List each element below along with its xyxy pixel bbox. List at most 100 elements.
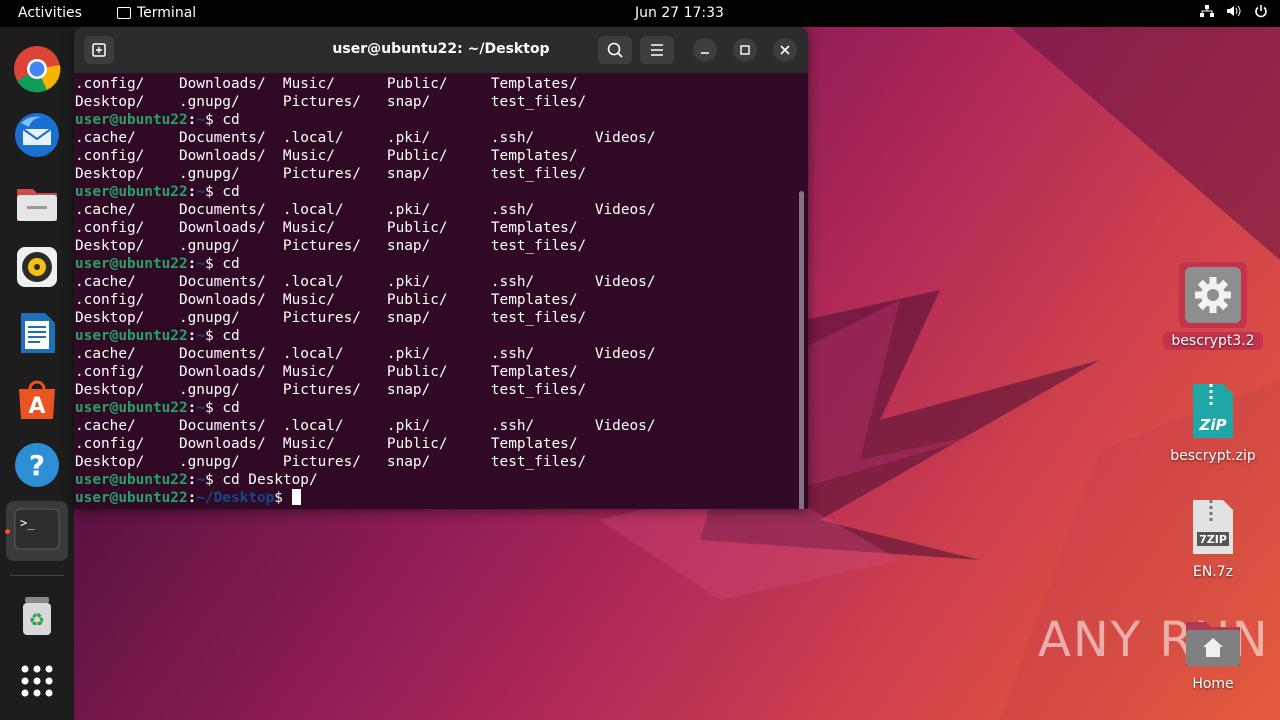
search-button[interactable]: [598, 36, 632, 64]
libreoffice-writer-icon[interactable]: [13, 309, 61, 357]
power-icon: [1255, 5, 1267, 18]
output-line: .config/ Downloads/ Music/ Public/ Templ…: [75, 75, 795, 93]
top-bar: Activities Terminal Jun 27 17:33: [0, 0, 1280, 27]
output-text: .cache/ Documents/ .local/ .pki/ .ssh/ V…: [75, 130, 656, 146]
rhythmbox-icon[interactable]: [13, 243, 61, 291]
output-line: .cache/ Documents/ .local/ .pki/ .ssh/ V…: [75, 273, 795, 291]
7zip-icon: 7ZIP: [1193, 500, 1233, 554]
output-text: Desktop/ .gnupg/ Pictures/ snap/ test_fi…: [75, 382, 587, 398]
desktop-icon-label: bescrypt.zip: [1170, 448, 1256, 464]
network-icon: [1200, 5, 1214, 17]
output-line: Desktop/ .gnupg/ Pictures/ snap/ test_fi…: [75, 309, 795, 327]
show-apps-icon[interactable]: [13, 657, 61, 705]
svg-text:?: ?: [29, 449, 45, 482]
terminal-window[interactable]: user@ubuntu22: ~/Desktop .config/ Downlo…: [74, 27, 808, 509]
desktop-icon-bescrypt3-2[interactable]: bescrypt3.2: [1163, 262, 1263, 350]
prompt-user: user@ubuntu22: [75, 400, 188, 416]
chrome-icon[interactable]: [13, 45, 61, 93]
output-text: .cache/ Documents/ .local/ .pki/ .ssh/ V…: [75, 346, 656, 362]
output-line: .config/ Downloads/ Music/ Public/ Templ…: [75, 219, 795, 237]
terminal-scrollbar[interactable]: [799, 191, 804, 509]
terminal-dock-icon[interactable]: >_: [6, 501, 68, 561]
gear-icon: [1185, 267, 1241, 323]
terminal-output[interactable]: .config/ Downloads/ Music/ Public/ Templ…: [75, 75, 795, 509]
prompt-separator: :: [187, 328, 197, 344]
trash-icon[interactable]: ♻: [13, 591, 61, 639]
clock[interactable]: Jun 27 17:33: [635, 5, 724, 21]
output-text: Desktop/ .gnupg/ Pictures/ snap/ test_fi…: [75, 454, 587, 470]
text-cursor[interactable]: [291, 489, 301, 505]
files-icon[interactable]: [13, 179, 61, 227]
prompt-line: user@ubuntu22:~/Desktop$: [75, 489, 795, 507]
prompt-user: user@ubuntu22: [75, 490, 188, 506]
prompt-path: ~: [196, 184, 205, 200]
output-line: Desktop/ .gnupg/ Pictures/ snap/ test_fi…: [75, 237, 795, 255]
zip-icon: ZiP: [1193, 384, 1233, 438]
command-text: cd: [222, 328, 240, 344]
prompt-dollar: $: [274, 490, 292, 506]
app-menu[interactable]: Terminal: [117, 5, 196, 21]
prompt-dollar: $: [204, 400, 223, 416]
prompt-path: ~: [196, 472, 205, 488]
prompt-separator: :: [187, 490, 197, 506]
output-line: .config/ Downloads/ Music/ Public/ Templ…: [75, 435, 795, 453]
output-text: .config/ Downloads/ Music/ Public/ Templ…: [75, 364, 578, 380]
search-icon: [607, 42, 623, 58]
desktop-icon-bescrypt-zip[interactable]: ZiP bescrypt.zip: [1163, 382, 1263, 464]
prompt-user: user@ubuntu22: [75, 256, 188, 272]
desktop-icon-home[interactable]: Home: [1163, 618, 1263, 692]
prompt-dollar: $: [204, 184, 223, 200]
output-text: .cache/ Documents/ .local/ .pki/ .ssh/ V…: [75, 202, 656, 218]
activities-button[interactable]: Activities: [18, 5, 82, 21]
output-text: Desktop/ .gnupg/ Pictures/ snap/ test_fi…: [75, 94, 587, 110]
hamburger-menu-icon: [651, 44, 663, 56]
desktop-icon-label: Home: [1192, 676, 1234, 692]
output-text: .cache/ Documents/ .local/ .pki/ .ssh/ V…: [75, 274, 656, 290]
prompt-line: user@ubuntu22:~$ cd Desktop/: [75, 471, 795, 489]
close-button[interactable]: [773, 38, 797, 62]
desktop-icon-label: bescrypt3.2: [1163, 332, 1263, 350]
output-text: .config/ Downloads/ Music/ Public/ Templ…: [75, 220, 578, 236]
prompt-separator: :: [187, 112, 197, 128]
svg-text:A: A: [28, 394, 45, 419]
command-text: cd: [222, 184, 240, 200]
output-line: .cache/ Documents/ .local/ .pki/ .ssh/ V…: [75, 129, 795, 147]
output-line: .config/ Downloads/ Music/ Public/ Templ…: [75, 363, 795, 381]
svg-text:>_: >_: [20, 516, 35, 530]
command-text: cd: [222, 112, 240, 128]
prompt-dollar: $: [204, 472, 223, 488]
desktop-icon-en-7z[interactable]: 7ZIP EN.7z: [1163, 498, 1263, 580]
home-folder-icon: [1186, 622, 1240, 666]
prompt-user: user@ubuntu22: [75, 112, 188, 128]
minimize-button[interactable]: [693, 38, 717, 62]
prompt-user: user@ubuntu22: [75, 328, 188, 344]
thunderbird-icon[interactable]: [13, 111, 61, 159]
svg-text:ZiP: ZiP: [1198, 416, 1226, 434]
output-text: .config/ Downloads/ Music/ Public/ Templ…: [75, 76, 578, 92]
prompt-separator: :: [187, 472, 197, 488]
prompt-line: user@ubuntu22:~$ cd: [75, 327, 795, 345]
prompt-dollar: $: [204, 328, 223, 344]
terminal-header-bar[interactable]: user@ubuntu22: ~/Desktop: [74, 27, 808, 73]
prompt-user: user@ubuntu22: [75, 184, 188, 200]
prompt-line: user@ubuntu22:~$ cd: [75, 399, 795, 417]
maximize-button[interactable]: [733, 38, 757, 62]
running-indicator: [5, 529, 10, 534]
command-text: cd Desktop/: [222, 472, 318, 488]
dock-separator: [10, 575, 64, 576]
system-tray[interactable]: [1200, 4, 1268, 18]
volume-icon: [1227, 5, 1241, 17]
output-text: Desktop/ .gnupg/ Pictures/ snap/ test_fi…: [75, 310, 587, 326]
desktop-icon-label: EN.7z: [1192, 564, 1234, 580]
app-center-icon[interactable]: A: [13, 375, 61, 423]
command-text: cd: [222, 400, 240, 416]
help-icon[interactable]: ?: [13, 441, 61, 489]
menu-button[interactable]: [640, 36, 674, 64]
output-line: .config/ Downloads/ Music/ Public/ Templ…: [75, 147, 795, 165]
close-icon: [780, 45, 790, 55]
svg-text:7ZIP: 7ZIP: [1199, 533, 1227, 546]
prompt-separator: :: [187, 256, 197, 272]
minimize-icon: [701, 52, 709, 54]
output-line: Desktop/ .gnupg/ Pictures/ snap/ test_fi…: [75, 453, 795, 471]
output-text: .config/ Downloads/ Music/ Public/ Templ…: [75, 292, 578, 308]
